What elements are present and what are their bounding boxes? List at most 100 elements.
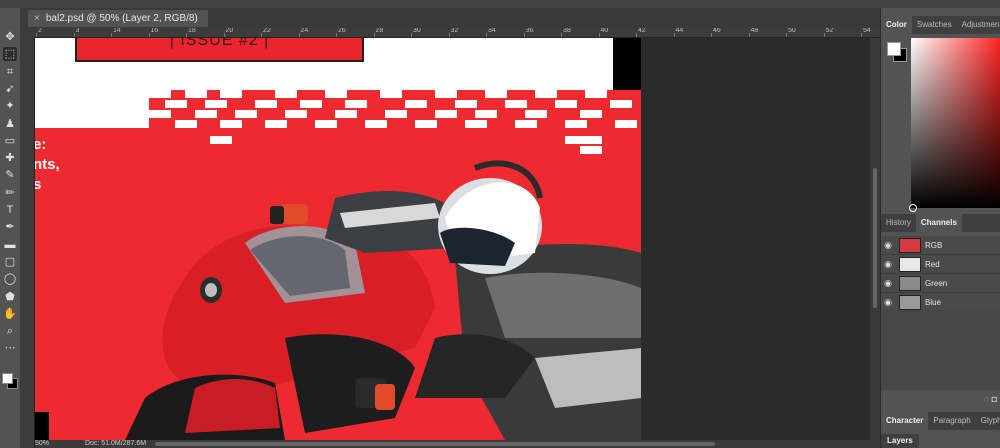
ruler-tick	[36, 33, 37, 37]
ruler-label: 48	[750, 28, 759, 34]
ruler-tick	[148, 33, 150, 37]
ruler-label: 22	[263, 28, 271, 34]
move-tool-icon[interactable]: ✥	[3, 30, 17, 44]
channels-panel-body	[881, 310, 1000, 390]
tab-adjustments[interactable]: Adjustments	[957, 16, 1000, 34]
shape-tool-icon[interactable]: ⬟	[3, 290, 17, 304]
toolbar-foreground-swatch[interactable]	[2, 373, 13, 384]
zoom-tool-icon[interactable]: ⌕	[3, 324, 17, 338]
visibility-eye-icon[interactable]: ◉	[881, 297, 895, 308]
ruler-tick	[486, 33, 487, 37]
visibility-eye-icon[interactable]: ◉	[881, 259, 895, 270]
document-tab[interactable]: × bal2.psd @ 50% (Layer 2, RGB/8)	[28, 10, 208, 27]
right-panels: Color Swatches Adjustments History Chann…	[880, 8, 1000, 448]
tab-paragraph[interactable]: Paragraph	[928, 412, 975, 430]
rectangle-tool-icon[interactable]: ▬	[3, 238, 17, 252]
foreground-color-swatch[interactable]	[887, 42, 901, 56]
ruler-label: 16	[150, 28, 159, 34]
horizontal-ruler: 2 3 14 16 18 20 22 24 26 28 30 32 34 36 38 40 42 44 46 48 50…	[34, 28, 880, 38]
channel-thumbnail	[899, 237, 921, 253]
channel-list: ◉ RGB ◉ Red ◉ Green ◉ Blue	[881, 236, 1000, 312]
ruler-tick	[298, 33, 300, 37]
channel-label: Red	[925, 259, 940, 269]
color-panel-tabs: Color Swatches Adjustments	[881, 16, 1000, 34]
tab-swatches[interactable]: Swatches	[912, 16, 957, 34]
vertical-scrollbar[interactable]	[870, 38, 880, 440]
channel-thumbnail	[899, 294, 921, 310]
stamp-tool-icon[interactable]: ♟	[3, 117, 17, 131]
vertical-scroll-thumb[interactable]	[873, 168, 877, 308]
ruler-label: 26	[338, 28, 346, 34]
tab-history[interactable]: History	[881, 214, 916, 232]
ruler-label: 50	[788, 28, 796, 34]
ruler-label: 34	[488, 28, 496, 34]
ellipse-tool-icon[interactable]: ◯	[3, 272, 17, 286]
rounded-rect-tool-icon[interactable]: ▢	[3, 255, 17, 269]
type-tool-icon[interactable]: T	[3, 203, 17, 217]
ruler-tick	[636, 33, 637, 37]
ruler-label: 14	[113, 28, 121, 34]
ruler-label: 24	[300, 28, 309, 34]
color-picker-cursor[interactable]	[909, 204, 917, 212]
visibility-eye-icon[interactable]: ◉	[881, 278, 895, 289]
channel-row-green[interactable]: ◉ Green	[881, 274, 1000, 293]
brush-tool-icon[interactable]: ✏	[3, 186, 17, 200]
tools-panel: ✥ ⬚ ⌗ ➹ ✦ ♟ ▭ ✚ ✎ ✏ T ✒ ▬ ▢ ◯ ⬟ ✋ ⌕ ⋯	[0, 8, 21, 448]
horizontal-scrollbar[interactable]	[35, 440, 880, 448]
ruler-label: 38	[563, 28, 571, 34]
ruler-label: 44	[675, 28, 684, 34]
marquee-tool-icon[interactable]: ⬚	[3, 47, 17, 62]
tab-layers[interactable]: Layers	[881, 434, 919, 448]
ruler-tick	[786, 33, 787, 37]
channel-row-red[interactable]: ◉ Red	[881, 255, 1000, 274]
more-tools-icon[interactable]: ⋯	[3, 341, 17, 355]
vertical-ruler	[20, 28, 35, 448]
doc-size-info: Doc: 51.0M/287.6M	[84, 440, 147, 447]
new-channel-icon[interactable]: ◘	[992, 394, 997, 404]
ruler-tick	[336, 33, 337, 37]
tab-character[interactable]: Character	[881, 412, 929, 430]
ruler-label: 18	[188, 28, 196, 34]
ruler-label: 40	[600, 28, 609, 34]
ruler-tick	[261, 33, 262, 37]
channel-label: Green	[925, 278, 948, 288]
ruler-tick	[673, 33, 675, 37]
channel-label: Blue	[925, 297, 942, 307]
black-bottom-block	[35, 412, 49, 440]
healing-tool-icon[interactable]: ✚	[3, 151, 17, 165]
document-tab-title: bal2.psd @ 50% (Layer 2, RGB/8)	[45, 13, 198, 24]
close-tab-icon[interactable]: ×	[34, 10, 40, 27]
quick-select-tool-icon[interactable]: ✦	[3, 99, 17, 113]
ruler-tick	[373, 33, 375, 37]
tab-color[interactable]: Color	[881, 16, 912, 34]
channel-row-rgb[interactable]: ◉ RGB	[881, 236, 1000, 255]
channel-label: RGB	[925, 240, 943, 250]
document-canvas[interactable]: | ISSUE #2 | x One e: nts, s	[35, 38, 641, 440]
crop-tool-icon[interactable]: ⌗	[3, 65, 17, 79]
color-picker-field[interactable]	[911, 38, 1000, 208]
ruler-tick	[748, 33, 750, 37]
zoom-level[interactable]: 50%	[35, 440, 49, 447]
horizontal-scroll-thumb[interactable]	[155, 442, 715, 446]
type-panel-tabs: Character Paragraph Glyphs	[881, 412, 1000, 430]
motorcycle-rider-photo	[125, 160, 641, 440]
ruler-label: 42	[638, 28, 646, 34]
pen-tool-icon[interactable]: ✒	[3, 220, 17, 234]
channel-actions: ◌ ◘	[984, 394, 997, 404]
tab-channels[interactable]: Channels	[915, 214, 962, 232]
channels-panel-tabs: History Channels	[881, 214, 1000, 232]
visibility-eye-icon[interactable]: ◉	[881, 240, 895, 251]
canvas-workspace: | ISSUE #2 | x One e: nts, s	[35, 38, 880, 440]
ruler-tick	[411, 33, 412, 37]
ruler-label: 30	[413, 28, 421, 34]
hand-tool-icon[interactable]: ✋	[3, 307, 17, 321]
ruler-tick	[861, 33, 862, 37]
ruler-tick	[598, 33, 600, 37]
tab-glyphs[interactable]: Glyphs	[976, 412, 1000, 430]
eraser-tool-icon[interactable]: ▭	[3, 134, 17, 148]
ruler-label: 2	[38, 28, 42, 34]
eyedropper-tool-icon[interactable]: ✎	[3, 168, 17, 182]
document-tab-bar: × bal2.psd @ 50% (Layer 2, RGB/8)	[20, 8, 880, 29]
lasso-tool-icon[interactable]: ➹	[3, 82, 17, 96]
load-selection-icon[interactable]: ◌	[984, 394, 989, 404]
